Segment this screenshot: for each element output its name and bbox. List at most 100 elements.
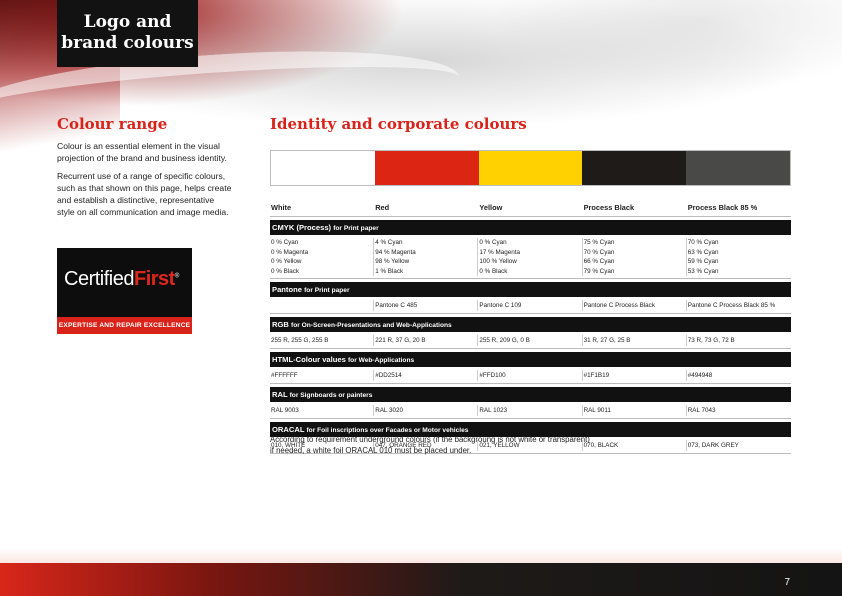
colour-swatch-1 [271,151,375,185]
section-band: RAL for Signboards or painters [270,387,791,402]
value-cell: Pantone C 109 [478,300,583,311]
value-cell: 073, DARK GREY [687,440,791,451]
colour-table-sections: CMYK (Process) for Print paper 0 % Cyan 0 … [270,220,791,454]
value-line: RAL 9003 [271,407,299,414]
section-band: HTML-Colour values for Web-Applications [270,352,791,367]
colour-swatch-4 [582,151,687,185]
value-cell: 70 % Cyan 63 % Cyan 59 % Cyan 53 % Cyan [687,238,791,276]
value-cell: 221 R, 37 G, 20 B [374,335,479,346]
value-cell: 255 R, 209 G, 0 B [478,335,583,346]
value-cell: 0 % Cyan 17 % Magenta 100 % Yellow 0 % Blac… [478,238,583,276]
value-line: 221 R, 37 G, 20 B [375,337,426,344]
value-line: 63 % Cyan [687,248,719,256]
note-line-2: if needed, a white foil ORACAL 010 must … [270,446,472,455]
value-cell: RAL 9003 [270,405,375,416]
section-subtitle: for Print paper [333,225,379,232]
value-line: 4 % Cyan [375,239,403,246]
value-cell: #494948 [687,370,791,381]
value-line: #494948 [687,372,713,379]
value-cell: 73 R, 73 G, 72 B [687,335,791,346]
intro-paragraph-2: Recurrent use of a range of specific col… [57,171,232,217]
value-cell: 0 % Cyan 0 % Magenta 0 % Yellow 0 % Black [270,238,375,276]
value-line: 73 R, 73 G, 72 B [687,337,735,344]
colour-swatch-5 [686,151,790,185]
value-cell: Pantone C 485 [374,300,479,311]
value-cell: #FFFFFF [270,370,375,381]
section-subtitle: for Signboards or painters [289,392,373,399]
value-line: 70 % Cyan [583,248,615,256]
value-line: 98 % Yellow [375,258,410,265]
section-subtitle: for Foil inscriptions over Facades or Mo… [306,427,469,434]
section-band: RGB for On-Screen-Presentations and Web-… [270,317,791,332]
section-band: CMYK (Process) for Print paper [270,220,791,235]
value-line: Pantone C Process Black 85 % [687,302,776,309]
section-band: Pantone for Print paper [270,282,791,297]
value-line: #1F1B19 [583,372,610,379]
value-line: 94 % Magenta [375,248,416,256]
value-line: 1 % Black [375,267,404,275]
value-line: RAL 9011 [583,407,611,414]
logo-word-certified: Certified [64,268,134,290]
value-cell: #FFD100 [478,370,583,381]
logo-wordmark: CertifiedFirst® [64,268,179,291]
value-line: Pantone C 485 [375,302,418,309]
certified-first-logo: CertifiedFirst® EXPERTISE AND REPAIR EXC… [57,248,192,334]
value-line: 255 R, 209 G, 0 B [479,337,530,344]
value-line: #FFD100 [479,372,506,379]
page-title-box: Logo and brand colours [57,0,198,67]
intro-paragraph-1: Colour is an essential element in the vi… [57,141,227,163]
value-line: 0 % Black [479,267,508,275]
value-line: Pantone C Process Black [583,302,655,309]
identity-colours-heading: Identity and corporate colours [270,115,527,133]
value-line: 75 % Cyan [583,239,615,246]
section-subtitle: for Web-Applications [347,357,415,364]
section-title: HTML-Colour values [272,355,346,364]
page-title-line1: Logo and [83,12,172,32]
section-values-row: #FFFFFF #DD2514 #FFD100 #1F1B19 #494948 [270,367,791,384]
section-subtitle: for On-Screen-Presentations and Web-Appl… [291,322,452,329]
value-cell: 75 % Cyan 70 % Cyan 66 % Cyan 79 % Cyan [583,238,687,276]
value-line: #DD2514 [375,372,402,379]
column-header: Process Black 85 % [687,203,758,212]
value-line: 0 % Magenta [271,248,309,256]
value-line: #FFFFFF [271,372,298,379]
note-line-1: According to requirement underground col… [270,435,590,444]
value-cell: #DD2514 [374,370,479,381]
value-line: 0 % Cyan [271,239,299,246]
value-cell: 4 % Cyan 94 % Magenta 98 % Yellow 1 % Black [374,238,479,276]
section-values-row: 255 R, 255 G, 255 B 221 R, 37 G, 20 B 255 … [270,332,791,349]
colour-table-header: White Red Yellow Process Black Process Black… [270,199,791,217]
value-line: 70 % Cyan [687,239,719,246]
value-line: 073, DARK GREY [687,442,739,449]
value-line: 31 R, 27 G, 25 B [583,337,631,344]
page-title-line2: brand colours [61,33,194,53]
value-line: 0 % Black [271,267,299,275]
logo-registered-mark: ® [174,273,179,280]
value-line: RAL 3020 [375,407,403,414]
value-line: 79 % Cyan [583,267,615,275]
section-title: CMYK (Process) [272,223,332,232]
value-line: 53 % Cyan [687,267,719,275]
colour-swatch-3 [478,151,583,185]
section-title: Pantone [272,285,302,294]
value-cell [270,300,375,311]
value-cell: 31 R, 27 G, 25 B [583,335,687,346]
colour-swatch-2 [374,151,479,185]
value-cell: Pantone C Process Black [583,300,687,311]
value-cell: #1F1B19 [583,370,687,381]
value-line: 0 % Yellow [271,258,302,265]
section-title: RGB [272,320,289,329]
value-line: 100 % Yellow [479,258,517,265]
value-cell: RAL 1023 [478,405,583,416]
value-line: 0 % Cyan [479,239,507,246]
value-cell: RAL 3020 [374,405,479,416]
section-values-row: 0 % Cyan 0 % Magenta 0 % Yellow 0 % Black 4 … [270,235,791,279]
section-subtitle: for Print paper [304,287,350,294]
value-line: 66 % Cyan [583,258,615,265]
section-title: RAL [272,390,288,399]
logo-tagline: EXPERTISE AND REPAIR EXCELLENCE [57,317,192,334]
value-cell: RAL 9011 [583,405,687,416]
footer-bar [0,563,842,596]
section-values-row: RAL 9003 RAL 3020 RAL 1023 RAL 9011 RAL 7043 [270,402,791,419]
logo-word-first: First [133,268,175,290]
